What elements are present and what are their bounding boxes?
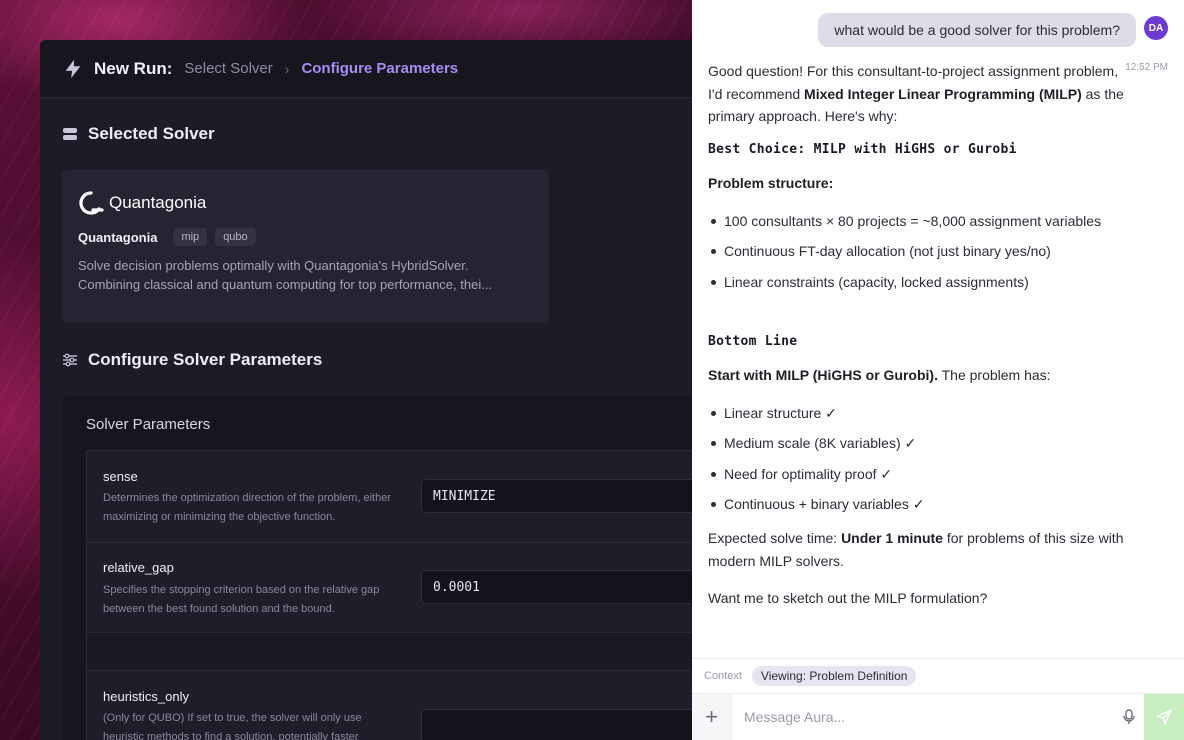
logo-text: Quantagonia	[109, 193, 207, 212]
structure-label-text: Problem structure:	[708, 175, 834, 191]
heading-best-choice: Best Choice: MILP with HiGHS or Gurobi	[708, 141, 1017, 157]
param-description: (Only for QUBO) If set to true, the solv…	[103, 712, 362, 740]
solve-bold: Under 1 minute	[841, 530, 943, 546]
quantagonia-logo-mark	[79, 191, 104, 215]
list-item: Continuous FT-day allocation (not just b…	[708, 240, 1128, 262]
chevron-right-icon: ›	[284, 60, 290, 77]
structure-list: 100 consultants × 80 projects = ~8,000 a…	[708, 210, 1128, 293]
sense-select[interactable]: MINIMIZE	[421, 479, 700, 513]
quantagonia-logo: Quantagonia	[78, 190, 533, 216]
assistant-message: Good question! For this consultant-to-pr…	[708, 60, 1128, 610]
solver-name: Quantagonia	[78, 229, 158, 245]
microphone-icon-svg	[1123, 709, 1135, 724]
param-row-sense: sense Determines the optimization direct…	[87, 451, 700, 543]
param-description: Specifies the stopping criterion based o…	[103, 584, 380, 615]
param-name: relative_gap	[103, 560, 174, 575]
bottom-line-paragraph: Start with MILP (HiGHS or Gurobi). The p…	[708, 364, 1128, 387]
context-label: Context	[704, 670, 742, 682]
send-icon-svg	[1156, 709, 1172, 725]
solver-card[interactable]: Quantagonia Quantagonia mip qubo Solve d…	[62, 170, 549, 323]
top-bar: New Run: Select Solver › Configure Param…	[40, 40, 700, 98]
parameters-table: sense Determines the optimization direct…	[86, 450, 700, 740]
chat-panel: what would be a good solver for this pro…	[692, 0, 1184, 740]
sliders-icon	[63, 353, 77, 367]
list-item: Medium scale (8K variables) ✓	[708, 432, 1128, 454]
solver-description-line1: Solve decision problems optimally with Q…	[78, 258, 469, 273]
intro-bold: Mixed Integer Linear Programming (MILP)	[804, 85, 1082, 102]
solver-name-row: Quantagonia mip qubo	[78, 228, 533, 246]
solver-parameters-card: Solver Parameters sense Determines the o…	[62, 396, 700, 740]
message-input[interactable]	[732, 693, 1114, 740]
param-row-spacer	[87, 633, 700, 671]
tag-qubo: qubo	[215, 228, 256, 246]
param-row-relative-gap: relative_gap Specifies the stopping crit…	[87, 543, 700, 633]
closing-question: Want me to sketch out the MILP formulati…	[708, 590, 988, 606]
param-description: Determines the optimization direction of…	[103, 492, 391, 523]
bottom-text: The problem has:	[937, 367, 1051, 383]
list-item: Linear constraints (capacity, locked ass…	[708, 271, 1128, 293]
database-icon	[63, 128, 77, 140]
heading-bottom-line: Bottom Line	[708, 333, 798, 349]
param-row-heuristics-only: heuristics_only (Only for QUBO) If set t…	[87, 671, 700, 740]
message-timestamp: 12:52 PM	[1125, 62, 1168, 73]
selected-solver-title: Selected Solver	[88, 124, 215, 143]
list-item: Linear structure ✓	[708, 402, 1128, 424]
context-chip[interactable]: Viewing: Problem Definition	[751, 666, 917, 686]
param-name: heuristics_only	[103, 689, 189, 704]
main-panel: New Run: Select Solver › Configure Param…	[40, 40, 700, 740]
microphone-icon[interactable]	[1114, 709, 1144, 725]
solve-time-paragraph: Expected solve time: Under 1 minute for …	[708, 527, 1128, 572]
list-item: 100 consultants × 80 projects = ~8,000 a…	[708, 210, 1128, 232]
heuristics-only-input[interactable]	[421, 709, 700, 740]
tag-mip: mip	[173, 228, 208, 246]
selected-solver-heading: Selected Solver	[62, 124, 215, 144]
avatar[interactable]: DA	[1144, 16, 1168, 40]
structure-label: Problem structure:	[708, 172, 1128, 195]
list-item: Continuous + binary variables ✓	[708, 493, 1128, 515]
breadcrumb-configure-parameters[interactable]: Configure Parameters	[301, 60, 458, 77]
relative-gap-input[interactable]: 0.0001	[421, 570, 700, 604]
breadcrumb-select-solver[interactable]: Select Solver	[184, 60, 272, 77]
bottom-bold: Start with MILP (HiGHS or Gurobi).	[708, 367, 938, 383]
page-title: New Run:	[94, 58, 173, 78]
bottom-list: Linear structure ✓ Medium scale (8K vari…	[708, 402, 1128, 516]
solve-text: Expected solve time:	[708, 530, 842, 546]
configure-title: Configure Solver Parameters	[88, 350, 323, 369]
intro-paragraph: Good question! For this consultant-to-pr…	[708, 60, 1128, 128]
param-name: sense	[103, 469, 138, 484]
list-item: Need for optimality proof ✓	[708, 463, 1128, 485]
lightning-bolt-icon	[65, 59, 81, 78]
message-composer: +	[692, 693, 1184, 740]
solver-parameters-title: Solver Parameters	[86, 416, 211, 433]
plus-icon[interactable]: +	[692, 693, 732, 740]
user-message: what would be a good solver for this pro…	[818, 13, 1136, 47]
context-bar: Context Viewing: Problem Definition	[692, 658, 1184, 693]
send-icon[interactable]	[1144, 693, 1184, 740]
solver-description-line2: Combining classical and quantum computin…	[78, 277, 493, 292]
configure-heading: Configure Solver Parameters	[62, 350, 322, 370]
